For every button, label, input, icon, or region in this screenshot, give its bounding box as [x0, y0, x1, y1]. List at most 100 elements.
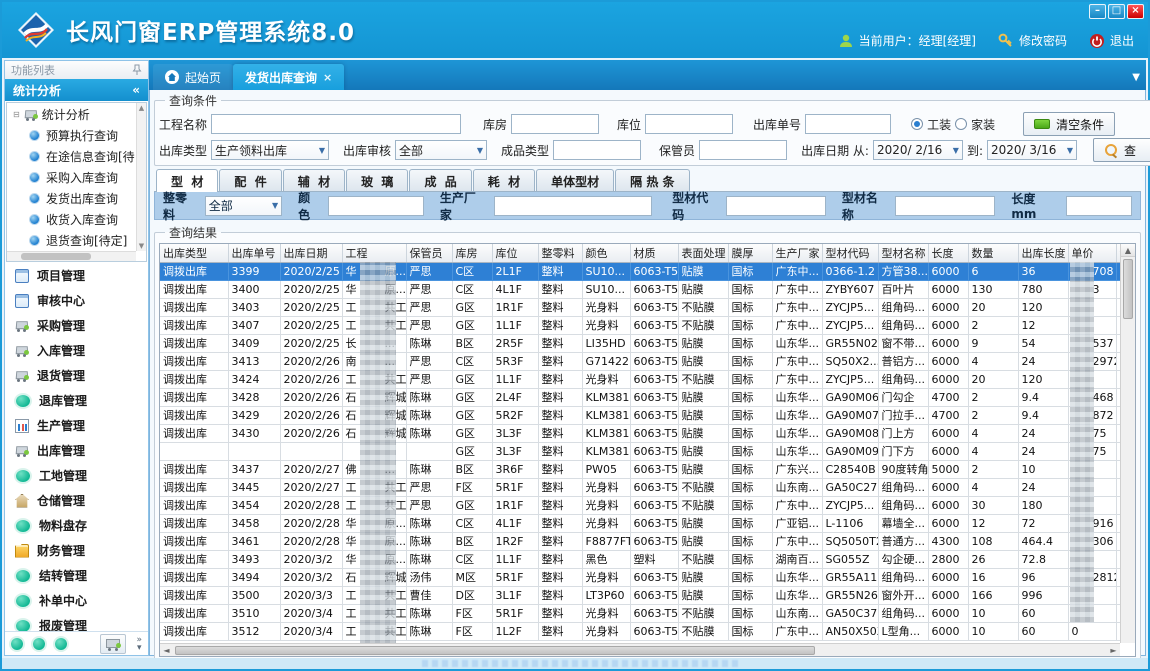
- sidebar-item-项目管理[interactable]: 项目管理: [5, 263, 148, 288]
- whole-piece-dropdown[interactable]: 全部▼: [205, 196, 282, 216]
- dot-icon[interactable]: [33, 638, 45, 650]
- manufacturer-input[interactable]: [494, 196, 653, 216]
- table-header-row[interactable]: 出库类型出库单号出库日期工程保管员库房库位整零料颜色材质表面处理膜厚生产厂家型材…: [160, 244, 1120, 262]
- radio-gongzhuang[interactable]: 工装: [911, 116, 951, 133]
- column-header-型材名称[interactable]: 型材名称: [878, 244, 928, 262]
- sidebar-item-审核中心[interactable]: 审核中心: [5, 288, 148, 313]
- table-row[interactable]: 调拨出库34132020/2/26南...严思C区5R3F整料G71422606…: [160, 352, 1120, 370]
- tab-home[interactable]: 起始页: [153, 64, 233, 90]
- table-row[interactable]: 调拨出库34542020/2/28工共工程严思G区1R1F整料光身料6063-T…: [160, 496, 1120, 514]
- tree-item[interactable]: 发货出库查询: [7, 188, 146, 209]
- sidebar-item-报废管理[interactable]: 报废管理: [5, 613, 148, 631]
- table-row[interactable]: 调拨出库33992020/2/25华原...严思C区2L1F整料SU10...6…: [160, 262, 1120, 280]
- table-row[interactable]: 调拨出库34942020/3/2石辉城汤伟M区5R1F整料光身料6063-T5贴…: [160, 568, 1120, 586]
- tree-item[interactable]: 在途信息查询[待: [7, 146, 146, 167]
- table-horizontal-scrollbar[interactable]: ◄ ►: [160, 643, 1120, 656]
- tree-expander-icon[interactable]: ⊟: [13, 110, 20, 119]
- table-row[interactable]: 调拨出库34582020/2/28华原...陈琳C区4L1F整料光身料6063-…: [160, 514, 1120, 532]
- column-header-材质[interactable]: 材质: [630, 244, 678, 262]
- order-no-input[interactable]: [805, 114, 891, 134]
- out-type-dropdown[interactable]: 生产领料出库▼: [211, 140, 329, 160]
- tree-root-node[interactable]: ⊟ 统计分析: [7, 103, 146, 125]
- table-row[interactable]: 调拨出库34002020/2/25华原...严思C区4L1F整料SU10...6…: [160, 280, 1120, 298]
- column-header-表面处理[interactable]: 表面处理: [678, 244, 728, 262]
- table-vertical-scrollbar[interactable]: ▲: [1120, 244, 1135, 643]
- scroll-down-icon[interactable]: ▼: [137, 241, 146, 251]
- tree-item[interactable]: 收货入库查询: [7, 209, 146, 230]
- tree-horizontal-scrollbar[interactable]: [7, 251, 136, 261]
- material-tab-2[interactable]: 配 件: [219, 169, 281, 191]
- tree-item[interactable]: 退货查询[待定]: [7, 230, 146, 251]
- search-button[interactable]: 查 询: [1093, 138, 1150, 162]
- sidebar-item-物料盘存[interactable]: 物料盘存: [5, 513, 148, 538]
- table-row[interactable]: 调拨出库35122020/3/4工共工程陈琳F区1L2F整料光身料6063-T5…: [160, 622, 1120, 640]
- keeper-input[interactable]: [699, 140, 787, 160]
- column-header-数量[interactable]: 数量: [968, 244, 1018, 262]
- pin-icon[interactable]: [132, 64, 142, 76]
- column-header-单价[interactable]: 单价: [1068, 244, 1116, 262]
- tab-close-icon[interactable]: ×: [323, 71, 332, 84]
- column-header-库位[interactable]: 库位: [492, 244, 538, 262]
- column-header-库房[interactable]: 库房: [452, 244, 492, 262]
- table-row[interactable]: 调拨出库34372020/2/27佛...陈琳B区3R6F整料PW056063-…: [160, 460, 1120, 478]
- length-input[interactable]: [1066, 196, 1132, 216]
- tab-overflow-arrow[interactable]: ▼: [1132, 72, 1140, 83]
- maximize-button[interactable]: □: [1108, 4, 1125, 19]
- tab-shipment-outbound-query[interactable]: 发货出库查询 ×: [233, 64, 344, 90]
- warehouse-input[interactable]: [511, 114, 599, 134]
- sidebar-item-退货管理[interactable]: 退货管理: [5, 363, 148, 388]
- column-header-出库长度[interactable]: 出库长度: [1018, 244, 1068, 262]
- table-row[interactable]: G区3L3F整料KLM38176063-T5贴膜国标山东华...GA90M09.…: [160, 442, 1120, 460]
- table-row[interactable]: 调拨出库34032020/2/25工共工程严思G区1R1F整料光身料6063-T…: [160, 298, 1120, 316]
- sidebar-section-header[interactable]: 统计分析 «: [5, 79, 148, 101]
- location-input[interactable]: [645, 114, 733, 134]
- table-row[interactable]: 调拨出库34242020/2/26工共工程严思G区1L1F整料光身料6063-T…: [160, 370, 1120, 388]
- table-row[interactable]: 调拨出库34282020/2/26石辉城陈琳G区2L4F整料KLM3817606…: [160, 388, 1120, 406]
- column-header-生产厂家[interactable]: 生产厂家: [772, 244, 822, 262]
- sidebar-item-财务管理[interactable]: 财务管理: [5, 538, 148, 563]
- scroll-thumb[interactable]: [21, 253, 91, 260]
- collapse-icon[interactable]: «: [132, 83, 140, 97]
- date-from-dropdown[interactable]: 2020/ 2/16▼: [873, 140, 963, 160]
- column-header-膜厚[interactable]: 膜厚: [728, 244, 772, 262]
- material-tab-4[interactable]: 玻 璃: [346, 169, 408, 191]
- column-header-整零料[interactable]: 整零料: [538, 244, 582, 262]
- column-header-型材代码[interactable]: 型材代码: [822, 244, 878, 262]
- clear-conditions-button[interactable]: 清空条件: [1023, 112, 1115, 136]
- column-header-长度[interactable]: 长度: [928, 244, 968, 262]
- table-row[interactable]: 调拨出库34452020/2/27工共工程严思F区5R1F整料光身料6063-T…: [160, 478, 1120, 496]
- scroll-right-icon[interactable]: ►: [1107, 646, 1120, 655]
- sidebar-item-工地管理[interactable]: 工地管理: [5, 463, 148, 488]
- column-header-出库单号[interactable]: 出库单号: [228, 244, 280, 262]
- column-header-出库日期[interactable]: 出库日期: [280, 244, 342, 262]
- scroll-left-icon[interactable]: ◄: [160, 646, 173, 655]
- radio-jiazhuang[interactable]: 家装: [955, 116, 995, 133]
- dot-icon[interactable]: [55, 638, 67, 650]
- tree-item[interactable]: 采购入库查询: [7, 167, 146, 188]
- minimize-button[interactable]: –: [1089, 4, 1106, 19]
- more-menus-button[interactable]: »▾: [136, 636, 142, 652]
- color-input[interactable]: [328, 196, 424, 216]
- table-row[interactable]: 调拨出库34072020/2/25工共工程严思G区1L1F整料光身料6063-T…: [160, 316, 1120, 334]
- tree-vertical-scrollbar[interactable]: ▲ ▼: [136, 103, 146, 251]
- logout-button[interactable]: 退出: [1089, 32, 1134, 49]
- table-row[interactable]: 调拨出库34302020/2/26石辉城陈琳G区3L3F整料KLM3817606…: [160, 424, 1120, 442]
- profile-code-input[interactable]: [726, 196, 826, 216]
- sidebar-item-退库管理[interactable]: 退库管理: [5, 388, 148, 413]
- tree-item[interactable]: 预算执行查询: [7, 125, 146, 146]
- column-header-保管员[interactable]: 保管员: [406, 244, 452, 262]
- table-row[interactable]: 调拨出库35002020/3/3工共工程曹佳D区3L1F整料LT3P606063…: [160, 586, 1120, 604]
- dot-icon[interactable]: [11, 638, 23, 650]
- scroll-thumb[interactable]: [1123, 259, 1133, 319]
- product-type-input[interactable]: [553, 140, 641, 160]
- table-row[interactable]: 调拨出库34612020/2/28华原...陈琳B区1R2F整料F8877FT6…: [160, 532, 1120, 550]
- project-name-input[interactable]: [211, 114, 461, 134]
- sidebar-item-仓储管理[interactable]: 仓储管理: [5, 488, 148, 513]
- close-button[interactable]: ×: [1127, 4, 1144, 19]
- material-tab-7[interactable]: 单体型材: [536, 169, 614, 191]
- profile-name-input[interactable]: [895, 196, 995, 216]
- sidebar-item-入库管理[interactable]: 入库管理: [5, 338, 148, 363]
- column-header-颜色[interactable]: 颜色: [582, 244, 630, 262]
- table-row[interactable]: 调拨出库34292020/2/26石辉城陈琳G区5R2F整料KLM3817606…: [160, 406, 1120, 424]
- table-row[interactable]: 调拨出库34932020/3/2华原...陈琳C区1L1F整料黑色塑料不贴膜国标…: [160, 550, 1120, 568]
